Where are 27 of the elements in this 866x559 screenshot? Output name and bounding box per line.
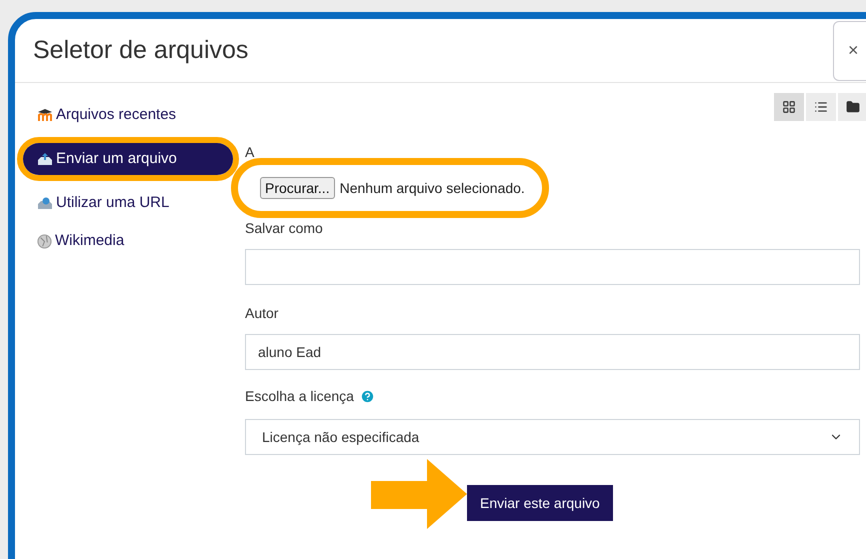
field-label: Salvar como	[245, 219, 324, 238]
input-field[interactable]: aluno Ead	[245, 334, 860, 370]
tree-view-button[interactable]	[838, 93, 866, 121]
field-label: Escolha a licença	[245, 387, 354, 406]
browse-button[interactable]: Procurar...	[260, 177, 335, 199]
sidebar-item[interactable]: Wikimedia	[23, 225, 233, 257]
field-label: A	[245, 145, 254, 160]
sidebar-item[interactable]: Utilizar uma URL	[23, 187, 233, 219]
sidebar-item[interactable]: Arquivos recentes	[23, 99, 233, 131]
grid-view-button[interactable]	[774, 93, 804, 121]
list-icon	[814, 100, 828, 114]
sidebar-item[interactable]: Enviar um arquivo	[23, 143, 233, 175]
moodle-icon	[37, 108, 53, 122]
window-title: Seletor de arquivos	[33, 34, 248, 66]
url-icon	[37, 196, 53, 210]
field-label: Autor	[245, 304, 280, 323]
file-status: Nenhum arquivo selecionado.	[340, 178, 525, 198]
close-button[interactable]: ×	[833, 20, 866, 80]
upload-icon	[37, 152, 53, 166]
submit-button[interactable]: Enviar este arquivo	[467, 485, 613, 521]
license-select[interactable]: Licença não especificada	[245, 419, 860, 455]
help-icon[interactable]	[360, 389, 375, 404]
folder-icon	[846, 100, 860, 114]
input-field[interactable]	[245, 249, 860, 285]
list-view-button[interactable]	[806, 93, 836, 121]
globe-icon	[37, 234, 52, 248]
grid-icon	[782, 100, 796, 114]
